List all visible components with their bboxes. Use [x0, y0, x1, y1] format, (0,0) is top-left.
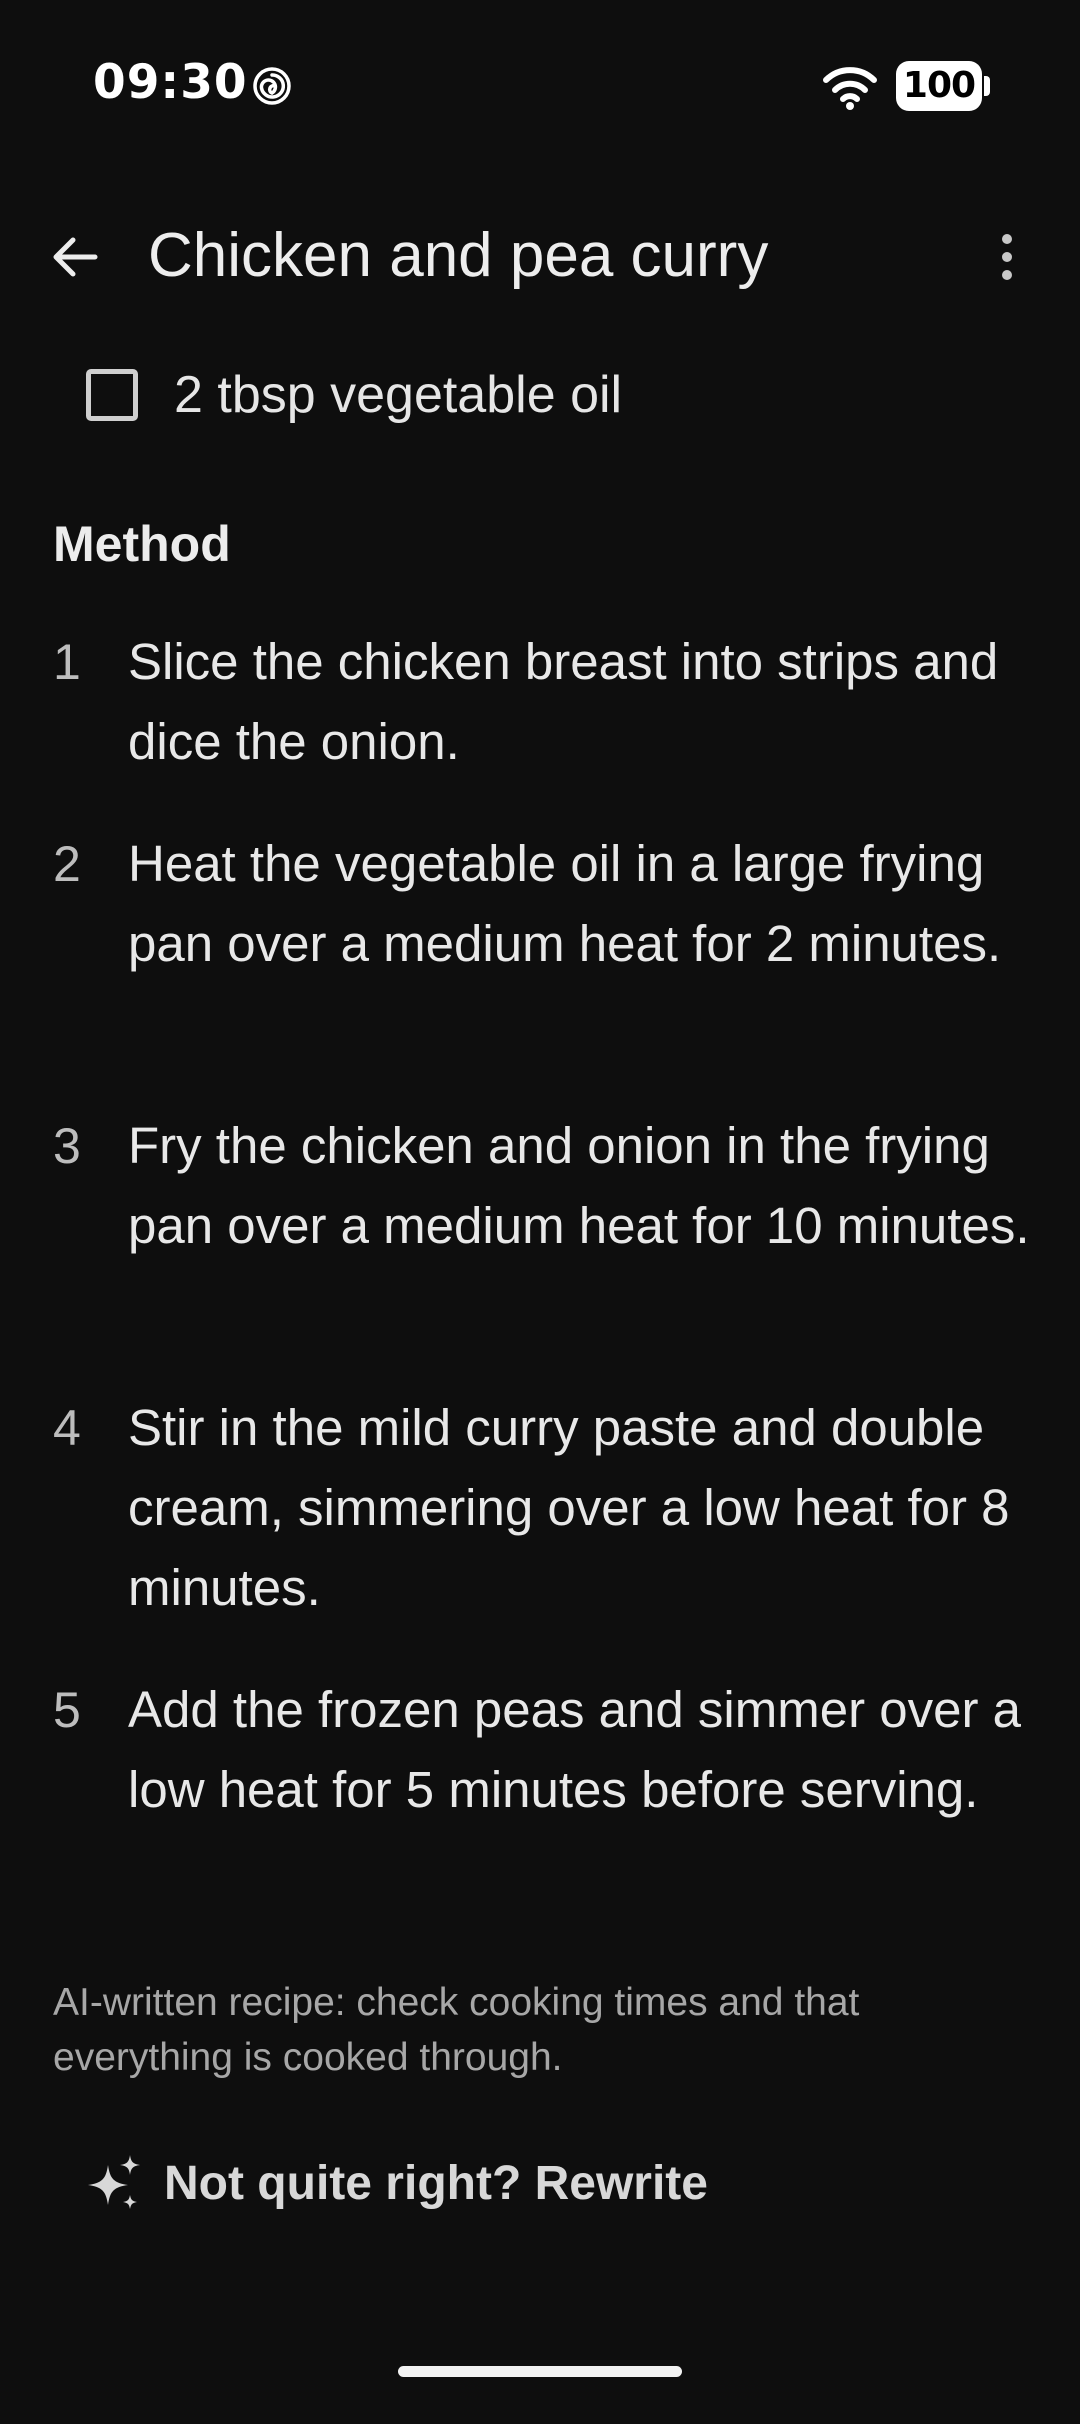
method-step: 4 Stir in the mild curry paste and doubl… — [0, 1388, 1080, 1670]
rewrite-button[interactable]: Not quite right? Rewrite — [82, 2145, 708, 2221]
method-step: 2 Heat the vegetable oil in a large fryi… — [0, 824, 1080, 1106]
step-text: Heat the vegetable oil in a large frying… — [128, 835, 1002, 972]
step-number: 4 — [53, 1400, 81, 1456]
step-number: 2 — [53, 836, 81, 892]
recipe-screen: 09:30 100 Chicken and pea curry 2 tbsp v… — [0, 0, 1080, 2424]
sparkle-icon — [88, 2155, 140, 2209]
ai-disclaimer: AI-written recipe: check cooking times a… — [53, 1981, 860, 2079]
battery-tip — [984, 76, 990, 96]
back-button[interactable] — [40, 224, 110, 290]
step-text: Add the frozen peas and simmer over a lo… — [128, 1681, 1021, 1818]
spiral-notification-icon — [253, 67, 291, 105]
battery-level: 100 — [896, 61, 982, 111]
step-number: 5 — [53, 1682, 81, 1738]
page-title: Chicken and pea curry — [148, 221, 769, 290]
step-text: Fry the chicken and onion in the frying … — [128, 1117, 1030, 1254]
app-bar: Chicken and pea curry — [0, 200, 1080, 310]
more-vertical-icon — [1002, 234, 1012, 280]
status-bar: 09:30 100 — [0, 0, 1080, 170]
arrow-left-icon — [53, 237, 98, 277]
method-step: 5 Add the frozen peas and simmer over a … — [0, 1670, 1080, 1952]
method-steps: 1 Slice the chicken breast into strips a… — [0, 622, 1080, 1952]
method-heading: Method — [53, 516, 231, 572]
wifi-icon — [823, 67, 877, 110]
ingredient-item[interactable]: 2 tbsp vegetable oil — [86, 355, 622, 435]
ingredient-label: 2 tbsp vegetable oil — [174, 366, 623, 424]
method-step: 1 Slice the chicken breast into strips a… — [0, 622, 1080, 824]
step-text: Slice the chicken breast into strips and… — [128, 633, 999, 770]
battery-icon: 100 — [896, 61, 990, 111]
rewrite-label: Not quite right? Rewrite — [164, 2156, 708, 2210]
status-time: 09:30 — [93, 55, 248, 110]
ingredient-checkbox[interactable] — [86, 369, 138, 421]
step-text: Stir in the mild curry paste and double … — [128, 1399, 1010, 1616]
step-number: 3 — [53, 1118, 81, 1174]
home-indicator[interactable] — [398, 2366, 682, 2377]
more-options-button[interactable] — [985, 224, 1029, 290]
method-step: 3 Fry the chicken and onion in the fryin… — [0, 1106, 1080, 1388]
step-number: 1 — [53, 634, 81, 690]
